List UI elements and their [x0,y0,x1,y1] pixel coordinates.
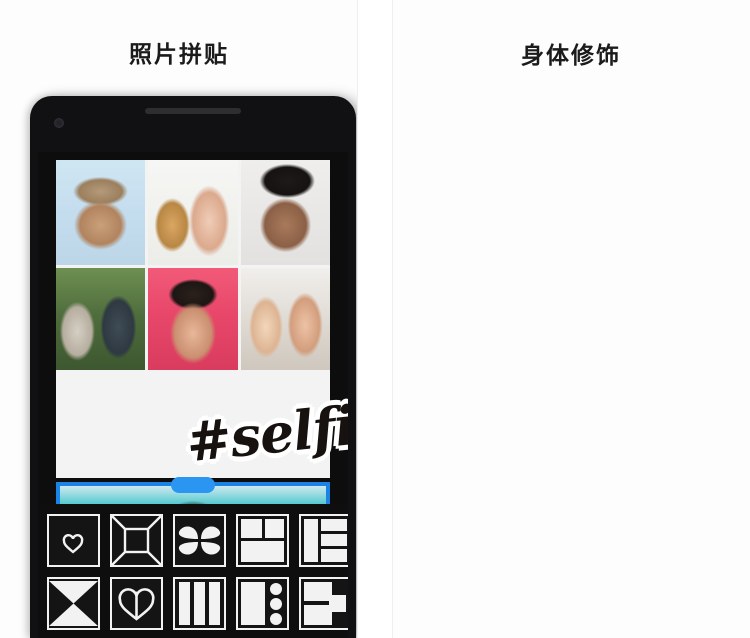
layout-template-square-center[interactable] [299,577,348,630]
panel-divider [358,0,392,638]
layout-template-three-split[interactable] [236,514,289,567]
collage-cell[interactable] [148,268,238,370]
layout-template-bowtie[interactable] [47,577,100,630]
layout-template-block[interactable] [299,514,348,567]
cell-drag-handle[interactable] [171,477,215,493]
phone-mockup-left: #selfie [30,96,356,638]
panel-edge-right [392,0,393,638]
layout-template-strip [38,504,348,638]
layout-template-clover[interactable] [173,514,226,567]
layout-template-heart-split[interactable] [110,577,163,630]
sticker-hash: # [183,406,234,475]
layout-template-heart[interactable] [47,514,100,567]
panel-edge-left [357,0,358,638]
page-title-left: 照片拼贴 [129,41,229,67]
collage-cell[interactable] [148,160,238,265]
collage-app-screen: #selfie [38,152,348,638]
collage-cell[interactable] [56,268,146,370]
phone-camera-icon [54,118,64,128]
layout-template-diamond[interactable] [110,514,163,567]
screenshot-root: 照片拼贴 #selfie 身体修饰 [0,0,750,638]
layout-template-dots[interactable] [236,577,289,630]
collage-cell[interactable] [56,160,146,265]
layout-template-row [47,514,348,567]
collage-cell[interactable] [240,268,330,370]
panel-photo-collage: 照片拼贴 #selfie [0,0,358,638]
phone-speaker-icon [145,108,241,114]
layout-template-three-columns[interactable] [173,577,226,630]
panel-body-retouch: 身体修饰 前 [392,0,750,638]
collage-cell[interactable] [240,160,330,265]
layout-template-row [47,577,348,630]
page-title-right: 身体修饰 [521,42,621,68]
